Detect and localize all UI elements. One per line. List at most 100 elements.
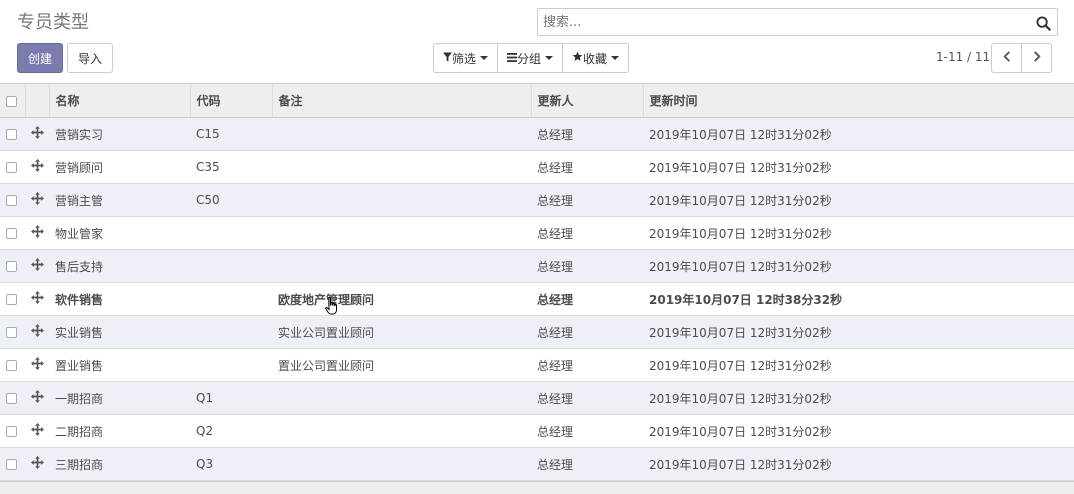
drag-handle-icon[interactable]: [31, 456, 44, 472]
row-select-cell: [0, 315, 25, 349]
cell-code: C15: [190, 117, 272, 151]
column-header-name[interactable]: 名称: [49, 83, 191, 118]
row-handle-cell: [25, 447, 49, 481]
row-select-cell: [0, 117, 25, 151]
drag-handle-icon[interactable]: [31, 192, 44, 208]
cell-code: C35: [190, 150, 272, 184]
cell-updated-at: 2019年10月07日 12时31分02秒: [643, 348, 1074, 382]
cell-updated-by: 总经理: [531, 315, 643, 349]
drag-handle-icon[interactable]: [31, 126, 44, 142]
cell-note: [272, 150, 531, 184]
row-checkbox[interactable]: [6, 327, 17, 338]
drag-handle-icon[interactable]: [31, 357, 44, 373]
table-row[interactable]: 三期招商 Q3 总经理 2019年10月07日 12时31分02秒: [0, 447, 1074, 481]
select-all-checkbox[interactable]: [6, 95, 17, 107]
drag-handle-icon[interactable]: [31, 159, 44, 175]
cell-updated-by: 总经理: [531, 150, 643, 184]
column-header-updated-at[interactable]: 更新时间: [643, 83, 1074, 118]
drag-handle-icon[interactable]: [31, 324, 44, 340]
row-checkbox[interactable]: [6, 261, 17, 272]
row-checkbox[interactable]: [6, 228, 17, 239]
row-select-cell: [0, 183, 25, 217]
cell-updated-by: 总经理: [531, 216, 643, 250]
row-checkbox[interactable]: [6, 426, 17, 437]
search-icon[interactable]: [1033, 13, 1053, 33]
import-button[interactable]: 导入: [67, 43, 113, 73]
filter-dropdown-button[interactable]: 筛选: [433, 43, 499, 73]
pager-value[interactable]: 1-11 / 11: [936, 50, 990, 64]
row-checkbox[interactable]: [6, 360, 17, 371]
group-by-label: 分组: [517, 51, 542, 66]
pager-previous-button[interactable]: [991, 43, 1022, 73]
search-input[interactable]: [538, 9, 1018, 35]
cell-code: [190, 249, 272, 283]
list-icon: [507, 51, 518, 65]
search-options: 筛选 分组 收藏: [433, 43, 630, 73]
favorites-label: 收藏: [583, 51, 608, 66]
table-row[interactable]: 营销主管 C50 总经理 2019年10月07日 12时31分02秒: [0, 183, 1074, 217]
table-row[interactable]: 二期招商 Q2 总经理 2019年10月07日 12时31分02秒: [0, 414, 1074, 448]
footer-bar: [0, 481, 1074, 494]
cell-name: 置业销售: [49, 348, 190, 382]
cell-note: [272, 414, 531, 448]
cell-note: [272, 117, 531, 151]
column-header-updated-by[interactable]: 更新人: [531, 83, 644, 118]
cell-code: C50: [190, 183, 272, 217]
table-header-row: 名称 代码 备注 更新人 更新时间: [0, 83, 1074, 118]
handle-header: [25, 83, 50, 118]
cell-updated-at: 2019年10月07日 12时31分02秒: [643, 216, 1074, 250]
cell-name: 实业销售: [49, 315, 190, 349]
row-checkbox[interactable]: [6, 393, 17, 404]
table-row[interactable]: 营销顾问 C35 总经理 2019年10月07日 12时31分02秒: [0, 150, 1074, 184]
cell-code: [190, 348, 272, 382]
cell-note: 实业公司置业顾问: [272, 315, 531, 349]
cell-note: [272, 216, 531, 250]
row-checkbox[interactable]: [6, 294, 17, 305]
select-all-cell: [0, 83, 26, 118]
cell-updated-at: 2019年10月07日 12时31分02秒: [643, 117, 1074, 151]
row-checkbox[interactable]: [6, 195, 17, 206]
row-select-cell: [0, 414, 25, 448]
cell-code: [190, 315, 272, 349]
cell-name: 售后支持: [49, 249, 190, 283]
group-by-dropdown-button[interactable]: 分组: [497, 43, 564, 73]
row-select-cell: [0, 150, 25, 184]
cell-updated-by: 总经理: [531, 282, 643, 316]
table-row[interactable]: 置业销售 置业公司置业顾问 总经理 2019年10月07日 12时31分02秒: [0, 348, 1074, 382]
cell-note: [272, 447, 531, 481]
column-header-code[interactable]: 代码: [190, 83, 273, 118]
chevron-right-icon: [1033, 50, 1041, 66]
table-row[interactable]: 营销实习 C15 总经理 2019年10月07日 12时31分02秒: [0, 117, 1074, 151]
row-checkbox[interactable]: [6, 162, 17, 173]
pager-next-button[interactable]: [1021, 43, 1052, 73]
table-row[interactable]: 软件销售 欧度地产管理顾问 总经理 2019年10月07日 12时38分32秒: [0, 282, 1074, 316]
row-handle-cell: [25, 150, 49, 184]
drag-handle-icon[interactable]: [31, 291, 44, 307]
drag-handle-icon[interactable]: [31, 225, 44, 241]
row-handle-cell: [25, 216, 49, 250]
star-icon: [572, 51, 583, 65]
row-select-cell: [0, 348, 25, 382]
cell-updated-by: 总经理: [531, 249, 643, 283]
table-row[interactable]: 售后支持 总经理 2019年10月07日 12时31分02秒: [0, 249, 1074, 283]
table-body: 营销实习 C15 总经理 2019年10月07日 12时31分02秒 营销顾问 C35 总经…: [0, 117, 1074, 481]
row-handle-cell: [25, 348, 49, 382]
table-row[interactable]: 物业管家 总经理 2019年10月07日 12时31分02秒: [0, 216, 1074, 250]
cell-name: 营销顾问: [49, 150, 190, 184]
table-row[interactable]: 一期招商 Q1 总经理 2019年10月07日 12时31分02秒: [0, 381, 1074, 415]
column-header-note[interactable]: 备注: [272, 83, 532, 118]
table-row[interactable]: 实业销售 实业公司置业顾问 总经理 2019年10月07日 12时31分02秒: [0, 315, 1074, 349]
cell-code: [190, 282, 272, 316]
row-checkbox[interactable]: [6, 129, 17, 140]
favorites-dropdown-button[interactable]: 收藏: [562, 43, 630, 73]
row-handle-cell: [25, 249, 49, 283]
create-button[interactable]: 创建: [17, 43, 63, 73]
drag-handle-icon[interactable]: [31, 258, 44, 274]
cell-note: 欧度地产管理顾问: [272, 282, 531, 316]
hand-cursor-icon: [325, 296, 339, 319]
drag-handle-icon[interactable]: [31, 390, 44, 406]
drag-handle-icon[interactable]: [31, 423, 44, 439]
row-checkbox[interactable]: [6, 459, 17, 470]
cell-updated-at: 2019年10月07日 12时31分02秒: [643, 249, 1074, 283]
caret-down-icon: [545, 56, 554, 60]
